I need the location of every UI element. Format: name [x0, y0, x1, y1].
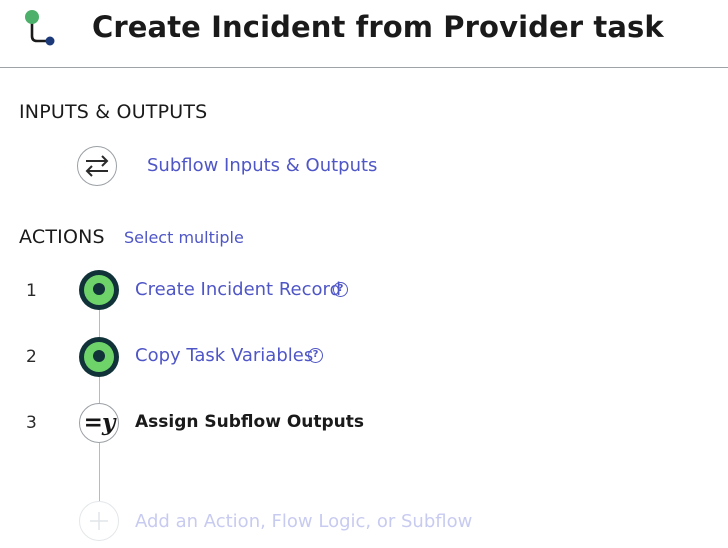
inputs-outputs-heading: INPUTS & OUTPUTS [19, 101, 208, 123]
subflow-icon [25, 10, 55, 46]
help-icon[interactable]: ? [308, 348, 323, 363]
add-icon[interactable] [79, 501, 119, 541]
step-label[interactable]: Create Incident Record [135, 279, 341, 300]
help-icon[interactable]: ? [333, 282, 348, 297]
timeline-connector [99, 310, 100, 340]
page-title: Create Incident from Provider task [92, 10, 664, 44]
swap-arrows-icon[interactable] [77, 146, 117, 186]
timeline-connector [99, 377, 100, 403]
step-label[interactable]: Assign Subflow Outputs [135, 412, 364, 432]
assign-glyph: =y [83, 409, 116, 436]
select-multiple-link[interactable]: Select multiple [124, 228, 244, 247]
step-number: 2 [26, 347, 37, 367]
action-ring-icon [79, 270, 119, 310]
subflow-inputs-outputs-link[interactable]: Subflow Inputs & Outputs [147, 155, 377, 176]
actions-heading: ACTIONS [19, 226, 105, 248]
step-number: 3 [26, 413, 37, 433]
action-ring-icon [79, 337, 119, 377]
assign-variable-icon: =y [79, 403, 119, 443]
step-label[interactable]: Copy Task Variables [135, 345, 313, 366]
timeline-connector [99, 443, 100, 501]
step-number: 1 [26, 281, 37, 301]
page-header: Create Incident from Provider task [0, 0, 728, 68]
add-action-link[interactable]: Add an Action, Flow Logic, or Subflow [135, 511, 472, 532]
